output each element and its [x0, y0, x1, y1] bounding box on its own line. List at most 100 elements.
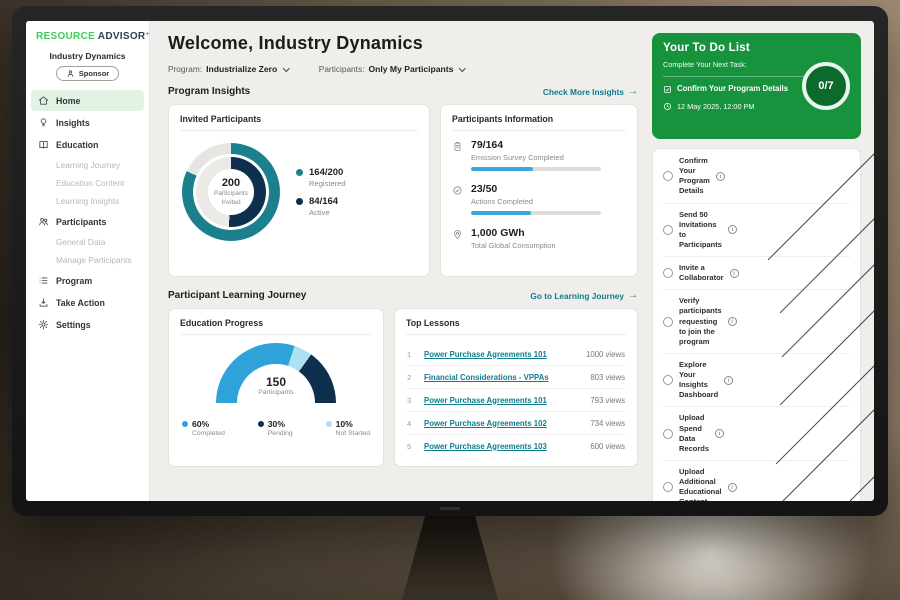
info-icon[interactable]: i: [728, 483, 737, 492]
sidebar: RESOURCE ADVISOR+ Industry Dynamics Spon…: [26, 21, 150, 501]
task-checkbox[interactable]: [663, 268, 673, 278]
legend-dot: [296, 198, 303, 205]
link-label: Go to Learning Journey: [530, 291, 624, 301]
sidebar-item-education[interactable]: Education: [31, 134, 144, 155]
info-icon[interactable]: i: [716, 172, 725, 181]
lesson-link[interactable]: Financial Considerations - VPPAs: [424, 373, 582, 382]
sidebar-item-manage-participants[interactable]: Manage Participants: [31, 251, 144, 269]
app-logo: RESOURCE ADVISOR+: [26, 31, 149, 42]
invited-participants-card: Invited Participants 200 Participants In…: [168, 104, 430, 277]
chevron-down-icon: [283, 65, 289, 71]
task-checkbox[interactable]: [663, 225, 673, 235]
sidebar-item-general-data[interactable]: General Data: [31, 233, 144, 251]
task-row[interactable]: Upload Additional Educational Content i: [663, 461, 850, 501]
invited-donut-chart: 200 Participants Invited: [182, 143, 280, 241]
card-title: Invited Participants: [180, 114, 418, 131]
task-checkbox[interactable]: [663, 171, 673, 181]
program-filter-value: Industrialize Zero: [206, 64, 277, 74]
sponsor-badge: Sponsor: [56, 66, 119, 81]
task-checkbox[interactable]: [663, 482, 673, 492]
education-progress-card: Education Progress 150 Participants: [168, 308, 384, 467]
filter-bar: Program: Industrialize Zero Participants…: [168, 64, 638, 74]
legend-dot: [326, 421, 332, 427]
todo-next-task-label: Confirm Your Program Details: [677, 84, 788, 93]
task-checkbox[interactable]: [663, 375, 673, 385]
program-insights-title: Program Insights: [168, 86, 250, 97]
book-icon: [38, 139, 49, 150]
lesson-link[interactable]: Power Purchase Agreements 102: [424, 419, 582, 428]
legend-label: Pending: [268, 430, 293, 437]
participants-dropdown[interactable]: Participants: Only My Participants: [319, 64, 465, 74]
main-content: Welcome, Industry Dynamics Program: Indu…: [150, 21, 650, 501]
lesson-views: 600 views: [590, 442, 625, 451]
sidebar-item-learning-journey[interactable]: Learning Journey: [31, 156, 144, 174]
sidebar-item-label: Insights: [56, 118, 90, 128]
gear-icon: [38, 319, 49, 330]
lesson-link[interactable]: Power Purchase Agreements 103: [424, 442, 582, 451]
legend-value: 84/164: [309, 196, 338, 207]
task-row[interactable]: Send 50 Invitations to Participants i: [663, 204, 850, 258]
lesson-row: 2 Financial Considerations - VPPAs 803 v…: [406, 366, 626, 389]
todo-next-time: 12 May 2025, 12:00 PM: [663, 101, 805, 111]
sponsor-label: Sponsor: [79, 69, 109, 78]
sidebar-item-education-content[interactable]: Education Content: [31, 174, 144, 192]
list-icon: [38, 275, 49, 286]
legend-label: Active: [309, 208, 338, 217]
lesson-link[interactable]: Power Purchase Agreements 101: [424, 396, 582, 405]
sidebar-item-settings[interactable]: Settings: [31, 314, 144, 335]
arrow-right-icon: →: [628, 291, 638, 301]
sidebar-item-participants[interactable]: Participants: [31, 211, 144, 232]
card-title: Participants Information: [452, 114, 626, 131]
monitor-bezel: RESOURCE ADVISOR+ Industry Dynamics Spon…: [12, 6, 888, 516]
check-circle-icon: [452, 185, 463, 196]
sidebar-item-home[interactable]: Home: [31, 90, 144, 111]
task-row[interactable]: Confirm Your Program Details i: [663, 150, 850, 204]
sidebar-item-insights[interactable]: Insights: [31, 112, 144, 133]
stat-global-consumption: 1,000 GWh Total Global Consumption: [452, 227, 626, 255]
sidebar-item-label: Home: [56, 96, 80, 106]
logo-resource: RESOURCE: [36, 31, 95, 42]
sidebar-item-take-action[interactable]: Take Action: [31, 292, 144, 313]
learning-journey-title: Participant Learning Journey: [168, 290, 306, 301]
dashboard-screen: RESOURCE ADVISOR+ Industry Dynamics Spon…: [26, 21, 874, 501]
task-label: Verify participants requesting to join t…: [679, 296, 722, 347]
survey-icon: [452, 141, 463, 152]
lesson-views: 734 views: [590, 419, 625, 428]
task-checkbox[interactable]: [663, 429, 673, 439]
legend-active: 84/164 Active: [296, 196, 346, 217]
page-title: Welcome, Industry Dynamics: [168, 33, 638, 54]
gauge-center-value: 150: [212, 375, 340, 389]
program-dropdown[interactable]: Program: Industrialize Zero: [168, 64, 289, 74]
check-more-insights-link[interactable]: Check More Insights →: [543, 87, 638, 97]
lesson-row: 5 Power Purchase Agreements 103 600 view…: [406, 435, 626, 457]
info-icon[interactable]: i: [730, 269, 739, 278]
lesson-views: 1000 views: [586, 350, 625, 359]
stat-label: Emission Survey Completed: [471, 153, 601, 162]
stat-value: 79/164: [471, 139, 601, 151]
sidebar-item-learning-insights[interactable]: Learning Insights: [31, 192, 144, 210]
card-title: Top Lessons: [406, 318, 626, 335]
lesson-row: 1 Power Purchase Agreements 101 1000 vie…: [406, 343, 626, 366]
lesson-link[interactable]: Power Purchase Agreements 101: [424, 350, 578, 359]
task-label: Invite a Collaborator: [679, 263, 724, 283]
info-icon[interactable]: i: [724, 376, 733, 385]
gauge-center-label: Participants: [212, 389, 340, 396]
task-label: Upload Additional Educational Content: [679, 467, 722, 501]
info-icon[interactable]: i: [715, 429, 724, 438]
info-icon[interactable]: i: [728, 225, 737, 234]
todo-progress-ring: 0/7: [802, 62, 850, 110]
stat-value: 1,000 GWh: [471, 227, 556, 239]
arrow-right-icon: →: [628, 87, 638, 97]
todo-title: Your To Do List: [663, 42, 850, 54]
todo-next-task[interactable]: Confirm Your Program Details: [663, 76, 805, 94]
sidebar-item-program[interactable]: Program: [31, 270, 144, 291]
lesson-rank: 3: [407, 396, 416, 405]
info-icon[interactable]: i: [728, 317, 737, 326]
take-action-icon: [38, 297, 49, 308]
legend-value: 30%: [268, 419, 293, 429]
progress-bar: [471, 167, 601, 171]
participants-filter-value: Only My Participants: [368, 64, 453, 74]
go-to-learning-journey-link[interactable]: Go to Learning Journey →: [530, 291, 638, 301]
task-checkbox[interactable]: [663, 317, 673, 327]
legend-dot: [182, 421, 188, 427]
